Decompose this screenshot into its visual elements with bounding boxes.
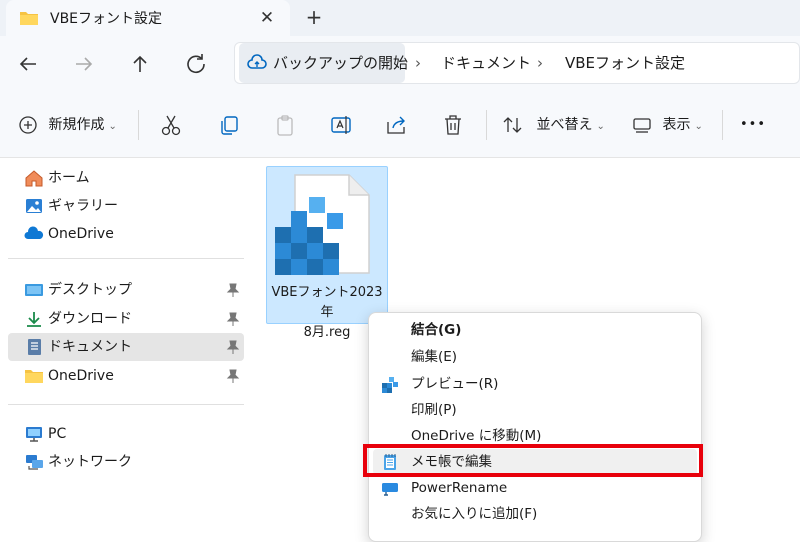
toolbar-divider xyxy=(138,110,139,140)
sidebar-item-network[interactable]: ネットワーク xyxy=(8,448,244,476)
breadcrumb-label: バックアップの開始 xyxy=(273,54,409,72)
menu-item-preview[interactable]: プレビュー(R) xyxy=(373,371,697,397)
sidebar-item-label: OneDrive xyxy=(48,368,114,384)
forward-arrow-icon[interactable] xyxy=(70,50,98,78)
sort-icon xyxy=(503,117,522,133)
folder-icon xyxy=(25,370,43,383)
sidebar-item-gallery[interactable]: ギャラリー xyxy=(8,192,244,220)
pin-icon[interactable] xyxy=(226,339,240,355)
document-icon xyxy=(28,339,41,355)
highlight-box xyxy=(363,444,703,477)
rename-icon[interactable] xyxy=(328,112,354,138)
more-options-button[interactable]: ••• xyxy=(740,112,766,138)
sidebar-item-onedrive-cloud[interactable]: OneDrive xyxy=(8,220,244,248)
sidebar-item-label: ネットワーク xyxy=(48,454,132,470)
up-arrow-icon[interactable] xyxy=(126,50,154,78)
gallery-icon xyxy=(26,199,42,213)
back-arrow-icon[interactable] xyxy=(14,50,42,78)
registry-file-icon xyxy=(275,174,370,275)
chevron-down-icon: ⌄ xyxy=(694,121,703,132)
new-button-label: 新規作成 xyxy=(48,117,105,133)
powerrename-icon xyxy=(382,483,398,496)
menu-item-label: PowerRename xyxy=(411,480,508,496)
cloud-upload-icon xyxy=(247,54,267,69)
sidebar-item-label: ギャラリー xyxy=(48,198,118,214)
breadcrumb-documents[interactable]: ドキュメント xyxy=(441,43,531,83)
sidebar-item-label: PC xyxy=(48,426,67,442)
sidebar-item-downloads[interactable]: ダウンロード xyxy=(8,305,244,333)
toolbar-divider xyxy=(722,110,723,140)
sidebar-item-label: ホーム xyxy=(48,170,90,186)
desktop-icon xyxy=(25,284,43,296)
menu-item-label: 結合(G) xyxy=(411,322,462,338)
folder-icon xyxy=(20,12,38,25)
sort-button[interactable]: 並べ替え ⌄ xyxy=(502,112,605,138)
sidebar-divider xyxy=(8,404,244,405)
new-button[interactable]: 新規作成 ⌄ xyxy=(18,112,117,138)
menu-item-powerrename[interactable]: PowerRename xyxy=(373,475,697,501)
file-item-reg[interactable]: VBEフォント2023年 8月.reg xyxy=(266,166,388,340)
command-bar: 新規作成 ⌄ 並べ替え ⌄ 表示 ⌄ ••• xyxy=(0,92,800,158)
chevron-down-icon: ⌄ xyxy=(108,121,117,132)
pin-icon[interactable] xyxy=(226,368,240,384)
sidebar-item-documents[interactable]: ドキュメント xyxy=(8,333,244,361)
sidebar-item-pc[interactable]: PC xyxy=(8,420,244,448)
address-bar[interactable]: バックアップの開始 › ドキュメント › VBEフォント設定 xyxy=(234,42,800,84)
menu-item-merge[interactable]: 結合(G) xyxy=(373,317,697,343)
home-icon xyxy=(25,170,43,187)
chevron-down-icon: ⌄ xyxy=(596,121,605,132)
sidebar-item-desktop[interactable]: デスクトップ xyxy=(8,276,244,304)
sidebar-item-label: デスクトップ xyxy=(48,282,132,298)
paste-icon[interactable] xyxy=(272,112,298,138)
close-tab-button[interactable]: ✕ xyxy=(256,7,278,29)
navigation-bar: バックアップの開始 › ドキュメント › VBEフォント設定 xyxy=(0,36,800,92)
network-icon xyxy=(26,455,43,470)
menu-item-label: お気に入りに追加(F) xyxy=(411,506,538,522)
breadcrumb-separator: › xyxy=(537,54,543,72)
sidebar-item-label: OneDrive xyxy=(48,226,114,242)
sort-button-label: 並べ替え xyxy=(536,117,593,133)
view-button[interactable]: 表示 ⌄ xyxy=(632,112,703,138)
menu-item-add-to-favorites[interactable]: お気に入りに追加(F) xyxy=(373,501,697,527)
menu-item-label: 印刷(P) xyxy=(411,402,457,418)
share-icon[interactable] xyxy=(384,112,410,138)
cloud-icon xyxy=(24,226,44,239)
menu-item-edit[interactable]: 編集(E) xyxy=(373,344,697,370)
new-tab-button[interactable]: + xyxy=(302,5,326,29)
breadcrumb-current-folder[interactable]: VBEフォント設定 xyxy=(565,43,685,83)
sidebar-item-label: ドキュメント xyxy=(48,339,132,355)
sidebar-item-onedrive-folder[interactable]: OneDrive xyxy=(8,362,244,390)
copy-icon[interactable] xyxy=(216,112,242,138)
toolbar-divider xyxy=(486,110,487,140)
menu-item-label: プレビュー(R) xyxy=(411,376,499,392)
tab-vbe-font[interactable]: VBEフォント設定 ✕ xyxy=(6,0,290,36)
pin-icon[interactable] xyxy=(226,311,240,327)
download-icon xyxy=(27,312,41,327)
registry-preview-icon xyxy=(382,377,398,393)
sidebar-item-label: ダウンロード xyxy=(48,311,132,327)
pin-icon[interactable] xyxy=(226,282,240,298)
cut-icon[interactable] xyxy=(158,112,184,138)
delete-icon[interactable] xyxy=(440,112,466,138)
sidebar-item-home[interactable]: ホーム xyxy=(8,164,244,192)
refresh-icon[interactable] xyxy=(182,50,210,78)
menu-item-label: 編集(E) xyxy=(411,349,458,365)
tab-title: VBEフォント設定 xyxy=(50,11,163,27)
view-icon xyxy=(633,118,651,133)
view-button-label: 表示 xyxy=(662,117,691,133)
breadcrumb-backup[interactable]: バックアップの開始 xyxy=(239,43,409,83)
context-menu: 結合(G) 編集(E) プレビュー(R) 印刷(P) OneDrive に移動(… xyxy=(368,312,702,542)
plus-circle-icon xyxy=(19,116,37,134)
menu-item-print[interactable]: 印刷(P) xyxy=(373,397,697,423)
breadcrumb-separator: › xyxy=(415,54,421,72)
sidebar-divider xyxy=(8,258,244,259)
tab-bar: VBEフォント設定 ✕ + xyxy=(0,0,800,36)
navigation-pane: ホーム ギャラリー OneDrive デスクトップ ダウンロード ドキュメント … xyxy=(0,158,248,532)
pc-icon xyxy=(26,427,42,442)
